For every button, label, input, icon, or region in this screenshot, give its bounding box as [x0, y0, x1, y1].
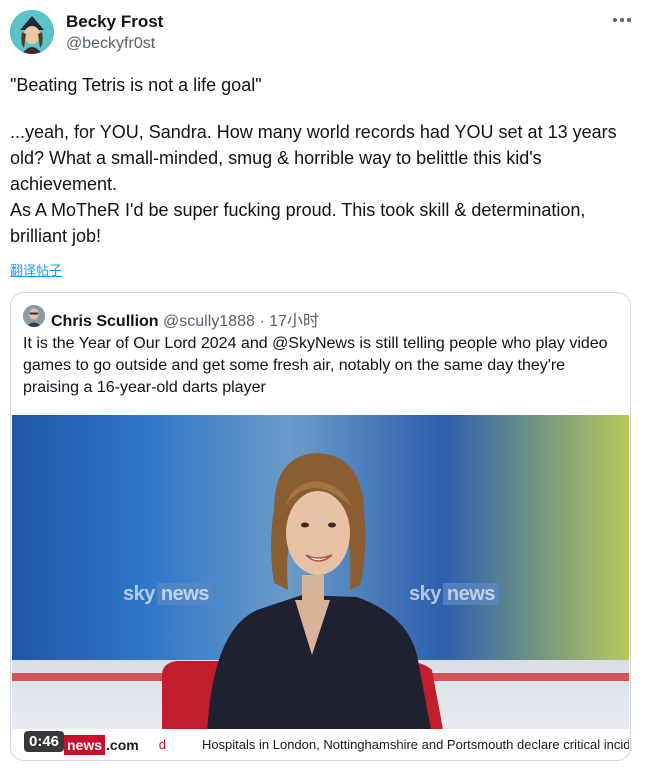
- logo-news-text: news: [156, 583, 213, 605]
- sky-news-logo-right: sky news: [409, 583, 499, 606]
- video-player[interactable]: sky news sky news news .com d Hospitals in…: [12, 415, 629, 760]
- tweet-paragraph-2: As A MoTheR I'd be super fucking proud. …: [10, 200, 586, 246]
- quoted-timestamp[interactable]: 17小时: [269, 313, 319, 330]
- tweet-quote-line: "Beating Tetris is not a life goal": [10, 75, 262, 95]
- quoted-tweet-card[interactable]: Chris Scullion @scully1888 · 17小时 It is …: [10, 292, 631, 761]
- ticker-news-badge: news: [64, 734, 106, 755]
- quoted-display-name[interactable]: Chris Scullion: [51, 313, 159, 330]
- ticker-dotcom: .com: [106, 736, 139, 753]
- more-horizontal-icon[interactable]: [609, 10, 635, 30]
- quoted-header: Chris Scullion @scully1888 · 17小时: [51, 307, 319, 331]
- logo-sky-text: sky: [409, 583, 441, 605]
- quoted-separator: ·: [259, 313, 265, 330]
- logo-sky-text: sky: [123, 583, 155, 605]
- quoted-tweet-text: It is the Year of Our Lord 2024 and @Sky…: [23, 335, 608, 396]
- more-dot: [620, 18, 624, 22]
- more-dot: [613, 18, 617, 22]
- translate-post-link[interactable]: 翻译帖子: [10, 260, 62, 279]
- author-display-name[interactable]: Becky Frost: [66, 12, 163, 32]
- quoted-author-avatar[interactable]: [23, 305, 45, 327]
- ticker-headline: Hospitals in London, Nottinghamshire and…: [201, 737, 629, 752]
- author-handle[interactable]: @beckyfr0st: [66, 35, 155, 53]
- author-avatar[interactable]: [10, 10, 54, 54]
- tweet-paragraph-1: ...yeah, for YOU, Sandra. How many world…: [10, 122, 617, 194]
- tweet-text: "Beating Tetris is not a life goal" ...y…: [10, 72, 636, 249]
- more-dot: [627, 18, 631, 22]
- news-ticker: news .com d Hospitals in London, Notting…: [12, 729, 629, 760]
- quoted-handle[interactable]: @scully1888: [163, 313, 255, 330]
- sky-news-logo-left: sky news: [123, 583, 213, 606]
- video-duration-badge: 0:46: [24, 731, 65, 752]
- logo-news-text: news: [442, 583, 499, 605]
- ticker-fragment: d: [158, 737, 166, 752]
- video-frame: [12, 453, 629, 760]
